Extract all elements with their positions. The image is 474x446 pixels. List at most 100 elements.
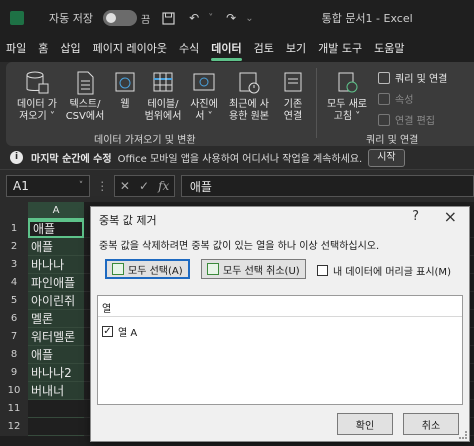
cell-a1[interactable]: 애플 — [28, 220, 84, 238]
text-file-icon — [71, 70, 99, 96]
connection-icon — [279, 70, 307, 96]
undo-icon[interactable]: ↶ — [186, 10, 202, 26]
row-header[interactable]: 5 — [0, 292, 28, 310]
row-header[interactable]: 11 — [0, 400, 28, 418]
cell-a11[interactable] — [28, 400, 84, 418]
row-header[interactable]: 4 — [0, 274, 28, 292]
edit-links-button[interactable]: 연결 편집 — [378, 112, 435, 127]
autosave-toggle[interactable] — [102, 10, 137, 26]
tab-developer[interactable]: 개발 도구 — [312, 36, 368, 62]
more-options-icon[interactable]: ⋮ — [96, 179, 108, 193]
row-header[interactable]: 2 — [0, 238, 28, 256]
close-icon[interactable]: × — [444, 207, 457, 226]
queries-connections-button[interactable]: 쿼리 및 연결 — [378, 70, 447, 85]
header-checkbox[interactable]: 내 데이터에 머리글 표시(M) — [317, 263, 451, 278]
properties-button[interactable]: 속성 — [378, 91, 413, 106]
row-header[interactable]: 8 — [0, 346, 28, 364]
tab-page-layout[interactable]: 페이지 레이아웃 — [87, 36, 173, 62]
cell-a2[interactable]: 애플 — [28, 238, 84, 256]
header-checkbox-box[interactable] — [317, 265, 328, 276]
checkmark-icon[interactable]: ✓ — [102, 326, 113, 337]
cell-a8[interactable]: 애플 — [28, 346, 84, 364]
ok-button[interactable]: 확인 — [337, 413, 393, 435]
existing-connections-button[interactable]: 기존 연결 — [278, 70, 308, 123]
cell-a9[interactable]: 바나나2 — [28, 364, 84, 382]
save-icon[interactable] — [160, 10, 176, 26]
tab-help[interactable]: 도움말 — [368, 36, 410, 62]
tab-review[interactable]: 검토 — [248, 36, 280, 62]
get-data-button[interactable]: 데이터 가 져오기 ˅ — [14, 70, 60, 123]
formula-actions: ✕ ✓ fx — [114, 175, 175, 197]
chevron-down-icon[interactable]: ˅ — [79, 181, 84, 191]
ribbon: 데이터 가 져오기 ˅ 텍스트/ CSV에서 웹 테이블/ 범위에서 사진에 서… — [6, 62, 474, 146]
unselect-all-label: 모두 선택 취소(U) — [223, 265, 300, 277]
customize-toolbar-icon[interactable]: ⌄ — [245, 13, 253, 24]
recent-sources-icon — [235, 70, 263, 96]
row-header[interactable]: 12 — [0, 418, 28, 436]
undo-dropdown-icon[interactable]: ˅ — [208, 13, 213, 24]
ribbon-separator — [316, 68, 317, 138]
cancel-entry-icon[interactable]: ✕ — [120, 179, 130, 193]
tab-home[interactable]: 홈 — [32, 36, 54, 62]
select-all-icon — [112, 263, 124, 275]
tab-data[interactable]: 데이터 — [205, 36, 247, 62]
insert-function-icon[interactable]: fx — [158, 179, 169, 193]
unselect-all-button[interactable]: 모두 선택 취소(U) — [201, 259, 306, 279]
group-label-get-transform: 데이터 가져오기 및 변환 — [94, 135, 196, 146]
help-icon[interactable]: ? — [412, 209, 419, 224]
table-range-button[interactable]: 테이블/ 범위에서 — [142, 70, 184, 123]
column-a-checkbox[interactable]: ✓ 열 A — [102, 324, 137, 339]
info-bar-title: 마지막 순간에 수정 — [31, 154, 112, 165]
recent-sources-button[interactable]: 최근에 사 용한 원본 — [224, 70, 274, 123]
text-csv-label: 텍스트/ CSV에서 — [65, 99, 105, 122]
autosave-label: 자동 저장 — [49, 12, 93, 25]
web-label: 웹 — [120, 99, 130, 110]
select-all-label: 모두 선택(A) — [128, 265, 183, 277]
cell-a4[interactable]: 파인애플 — [28, 274, 84, 292]
info-bar: i 마지막 순간에 수정 Office 모바일 앱을 사용하여 어디서나 작업을… — [0, 146, 474, 170]
resize-grip-icon[interactable] — [459, 431, 467, 439]
header-checkbox-label: 내 데이터에 머리글 표시(M) — [333, 267, 451, 278]
column-header-a[interactable]: A — [28, 202, 84, 220]
tab-insert[interactable]: 삽입 — [54, 36, 86, 62]
info-bar-start-button[interactable]: 시작 — [368, 148, 405, 167]
name-box[interactable]: A1 ˅ — [6, 175, 91, 197]
row-header[interactable]: 1 — [0, 220, 28, 238]
row-header[interactable]: 6 — [0, 310, 28, 328]
refresh-all-button[interactable]: 모두 새로 고침 ˅ — [322, 70, 372, 123]
document-title: 통합 문서1 - Excel — [321, 12, 413, 25]
dialog-instruction: 중복 값을 삭제하려면 중복 값이 있는 열을 하나 이상 선택하십시오. — [99, 241, 380, 252]
cell-a7[interactable]: 워터멜론 — [28, 328, 84, 346]
row-header[interactable]: 7 — [0, 328, 28, 346]
select-all-corner[interactable] — [0, 202, 28, 220]
from-picture-button[interactable]: 사진에 서 ˅ — [186, 70, 222, 123]
info-icon: i — [10, 151, 23, 164]
list-divider — [98, 316, 462, 317]
confirm-entry-icon[interactable]: ✓ — [139, 179, 149, 193]
formula-input[interactable]: 애플 — [180, 175, 474, 197]
excel-logo-icon — [10, 11, 24, 25]
row-header[interactable]: 10 — [0, 382, 28, 400]
cell-a5[interactable]: 아이린쥐 — [28, 292, 84, 310]
select-all-button[interactable]: 모두 선택(A) — [105, 259, 190, 279]
web-button[interactable]: 웹 — [110, 70, 140, 111]
unselect-all-icon — [207, 263, 219, 275]
redo-icon[interactable]: ↷ — [223, 10, 239, 26]
tab-view[interactable]: 보기 — [280, 36, 312, 62]
row-header[interactable]: 3 — [0, 256, 28, 274]
text-csv-button[interactable]: 텍스트/ CSV에서 — [62, 70, 108, 123]
remove-duplicates-dialog: 중복 값 제거 ? × 중복 값을 삭제하려면 중복 값이 있는 열을 하나 이… — [90, 206, 470, 442]
tab-formulas[interactable]: 수식 — [173, 36, 205, 62]
row-header[interactable]: 9 — [0, 364, 28, 382]
formula-bar: A1 ˅ ⋮ ✕ ✓ fx 애플 — [0, 170, 474, 202]
cell-a3[interactable]: 바나나 — [28, 256, 84, 274]
cell-a10[interactable]: 버내너 — [28, 382, 84, 400]
cell-a12[interactable] — [28, 418, 84, 436]
web-icon — [111, 70, 139, 96]
refresh-all-label: 모두 새로 고침 ˅ — [327, 99, 367, 122]
cancel-button[interactable]: 취소 — [403, 413, 459, 435]
formula-value: 애플 — [189, 179, 212, 194]
tab-file[interactable]: 파일 — [0, 36, 32, 62]
cell-a6[interactable]: 멜론 — [28, 310, 84, 328]
queries-icon — [378, 71, 390, 84]
